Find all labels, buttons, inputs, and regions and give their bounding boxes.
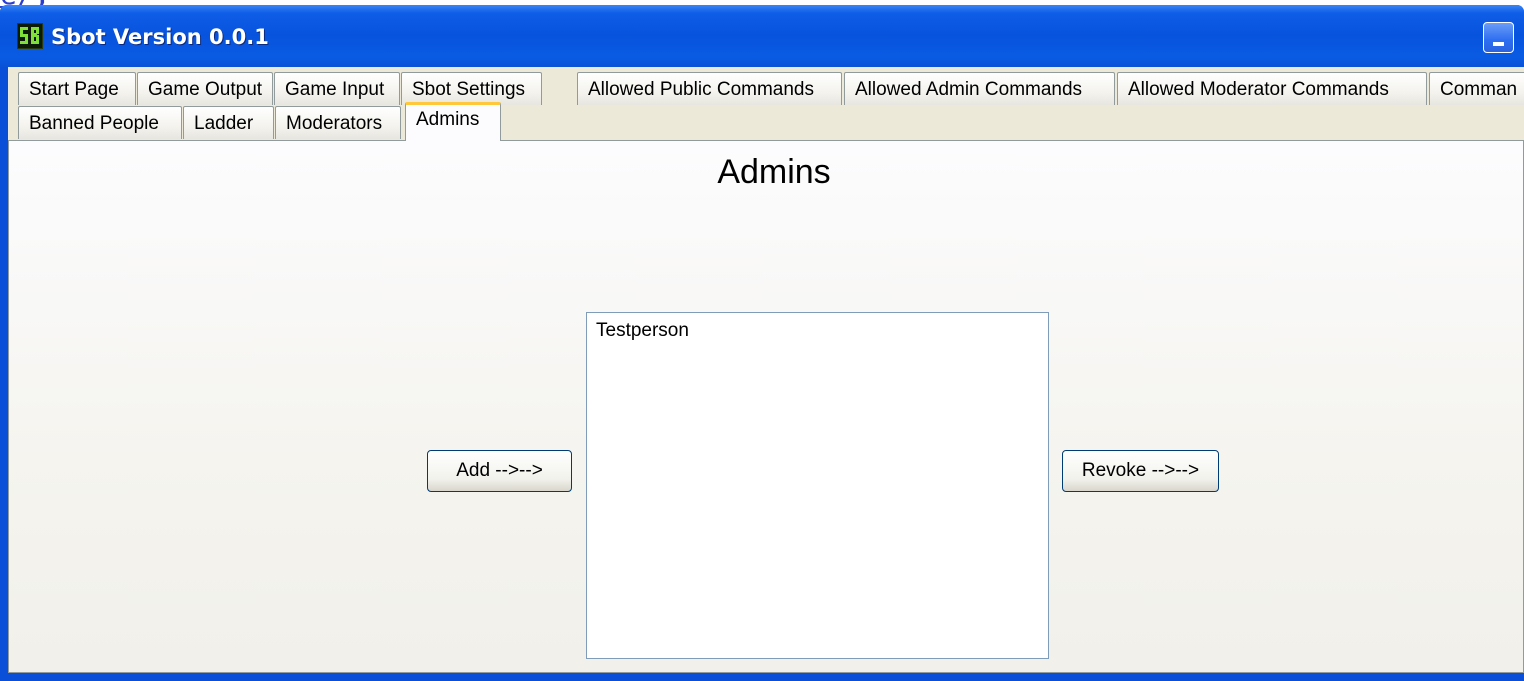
tab-allowed-admin-commands[interactable]: Allowed Admin Commands: [844, 72, 1115, 105]
tab-admins[interactable]: Admins: [405, 102, 501, 141]
tab-allowed-public-commands[interactable]: Allowed Public Commands: [577, 72, 842, 105]
tab-row-1: Start Page Game Output Game Input Sbot S…: [8, 72, 1524, 106]
client-area: Start Page Game Output Game Input Sbot S…: [8, 67, 1524, 673]
tab-banned-people[interactable]: Banned People: [18, 106, 182, 139]
page-title: Admins: [717, 153, 831, 191]
tab-moderators[interactable]: Moderators: [275, 106, 401, 139]
tab-sbot-settings[interactable]: Sbot Settings: [401, 72, 542, 105]
admins-panel: Admins Add -->--> Testperson Revoke -->-…: [8, 140, 1524, 673]
tab-game-output[interactable]: Game Output: [137, 72, 273, 105]
app-window: Sbot Version 0.0.1 Start Page Game Outpu…: [0, 5, 1524, 681]
tab-start-page[interactable]: Start Page: [18, 72, 136, 105]
revoke-button[interactable]: Revoke -->-->: [1062, 450, 1219, 492]
admins-listbox[interactable]: Testperson: [586, 312, 1049, 659]
minimize-button[interactable]: [1483, 22, 1514, 53]
tab-game-input[interactable]: Game Input: [274, 72, 400, 105]
sbot-logo-icon: [17, 23, 43, 49]
tab-commands[interactable]: Comman: [1429, 72, 1524, 105]
tab-row-2: Banned People Ladder Moderators Admins: [8, 102, 1524, 141]
window-title: Sbot Version 0.0.1: [51, 25, 269, 49]
tab-allowed-moderator-commands[interactable]: Allowed Moderator Commands: [1117, 72, 1427, 105]
tab-ladder[interactable]: Ladder: [183, 106, 274, 139]
list-item[interactable]: Testperson: [596, 318, 1039, 344]
minimize-icon: [1493, 42, 1504, 46]
title-bar[interactable]: Sbot Version 0.0.1: [0, 5, 1524, 67]
add-button[interactable]: Add -->-->: [427, 450, 572, 492]
